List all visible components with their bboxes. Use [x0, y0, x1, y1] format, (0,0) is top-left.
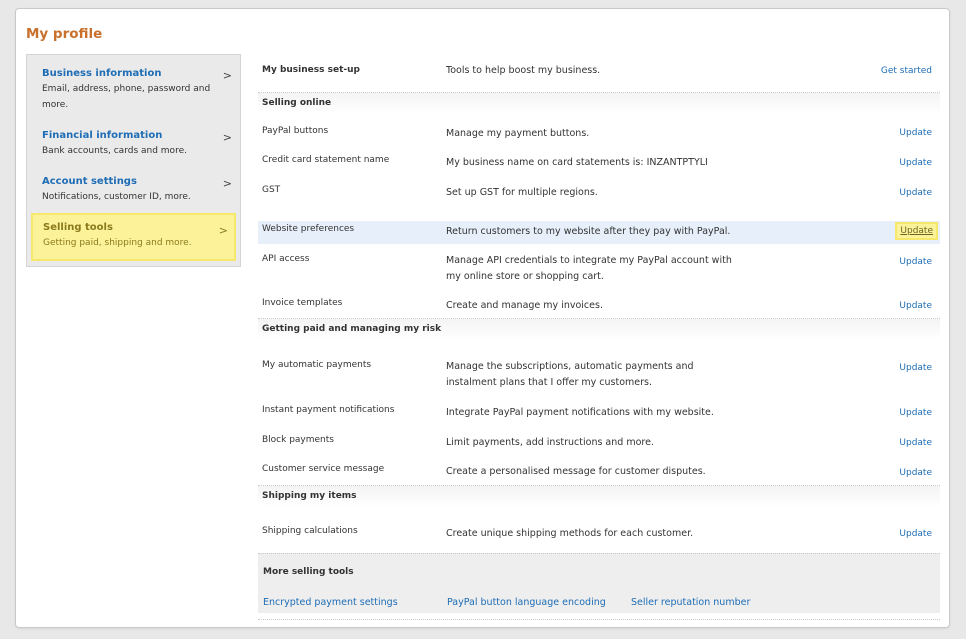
seller-reputation-number-link[interactable]: Seller reputation number	[631, 597, 750, 608]
sidebar-item-desc: Email, address, phone, password and more…	[42, 84, 211, 110]
chevron-right-icon: >	[218, 224, 228, 237]
chevron-right-icon: >	[222, 69, 232, 82]
row-name: My business set-up	[262, 65, 360, 75]
update-link[interactable]: Update	[899, 468, 932, 478]
row-name: Shipping calculations	[262, 526, 358, 536]
row-desc: My business name on card statements is: …	[446, 157, 708, 168]
update-link[interactable]: Update	[899, 128, 932, 138]
row-name: Website preferences	[262, 224, 355, 234]
section-header-selling-online: Selling online	[258, 92, 940, 114]
more-selling-tools: More selling tools Encrypted payment set…	[258, 553, 940, 613]
row-desc: Create unique shipping methods for each …	[446, 528, 694, 539]
section-title: Shipping my items	[262, 491, 357, 501]
encrypted-payment-settings-link[interactable]: Encrypted payment settings	[263, 597, 398, 608]
row-desc: Tools to help boost my business.	[446, 65, 601, 76]
row-name: Customer service message	[262, 464, 385, 474]
row-desc: Create and manage my invoices.	[446, 300, 603, 311]
paypal-button-language-encoding-link[interactable]: PayPal button language encoding	[447, 597, 606, 608]
sidebar-item-title[interactable]: Business information	[42, 68, 232, 79]
update-link[interactable]: Update	[899, 363, 932, 373]
sidebar-item-title[interactable]: Account settings	[42, 176, 232, 187]
row-desc: Manage the subscriptions, automatic paym…	[446, 361, 694, 388]
sidebar-item-account-settings[interactable]: Account settings Notifications, customer…	[42, 176, 232, 205]
row-instant-payment-notifications: Instant payment notifications Integrate …	[258, 404, 940, 428]
update-link[interactable]: Update	[899, 188, 932, 198]
row-desc: Manage API credentials to integrate my P…	[446, 255, 732, 282]
section-title: Getting paid and managing my risk	[262, 324, 442, 334]
row-name: API access	[262, 254, 310, 264]
sidebar-item-financial-information[interactable]: Financial information Bank accounts, car…	[42, 130, 232, 159]
section-title: More selling tools	[263, 567, 354, 577]
update-link[interactable]: Update	[899, 529, 932, 539]
row-shipping-calculations: Shipping calculations Create unique ship…	[258, 525, 940, 549]
sidebar-item-desc: Getting paid, shipping and more.	[43, 238, 192, 248]
row-name: Block payments	[262, 435, 334, 445]
row-name: PayPal buttons	[262, 126, 329, 136]
row-credit-card-statement-name: Credit card statement name My business n…	[258, 154, 940, 178]
row-desc: Return customers to my website after the…	[446, 226, 731, 237]
row-gst: GST Set up GST for multiple regions. Upd…	[258, 184, 940, 208]
row-my-automatic-payments: My automatic payments Manage the subscri…	[258, 359, 940, 395]
row-block-payments: Block payments Limit payments, add instr…	[258, 434, 940, 458]
page-title: My profile	[26, 26, 103, 42]
sidebar-item-selling-tools[interactable]: Selling tools Getting paid, shipping and…	[31, 213, 236, 261]
row-name: Credit card statement name	[262, 155, 390, 165]
row-desc: Integrate PayPal payment notifications w…	[446, 407, 714, 418]
sidebar-item-title[interactable]: Financial information	[42, 130, 232, 141]
update-link[interactable]: Update	[899, 158, 932, 168]
sidebar-item-desc: Bank accounts, cards and more.	[42, 146, 187, 156]
business-setup-row: My business set-up Tools to help boost m…	[258, 65, 940, 85]
sidebar-item-desc: Notifications, customer ID, more.	[42, 192, 191, 202]
row-name: GST	[262, 185, 281, 195]
sidebar: Business information Email, address, pho…	[26, 54, 241, 267]
row-customer-service-message: Customer service message Create a person…	[258, 463, 940, 487]
update-link[interactable]: Update	[899, 408, 932, 418]
profile-panel: My profile Business information Email, a…	[15, 8, 950, 628]
chevron-right-icon: >	[222, 177, 232, 190]
row-website-preferences: Website preferences Return customers to …	[258, 221, 940, 244]
sidebar-item-title[interactable]: Selling tools	[43, 222, 225, 233]
divider	[258, 619, 940, 620]
section-header-getting-paid: Getting paid and managing my risk	[258, 318, 940, 340]
row-name: My automatic payments	[262, 360, 372, 370]
row-desc: Limit payments, add instructions and mor…	[446, 437, 654, 448]
row-name: Invoice templates	[262, 298, 343, 308]
sidebar-item-business-information[interactable]: Business information Email, address, pho…	[42, 68, 232, 113]
update-link[interactable]: Update	[899, 257, 932, 267]
row-paypal-buttons: PayPal buttons Manage my payment buttons…	[258, 125, 940, 149]
get-started-link[interactable]: Get started	[881, 66, 932, 76]
section-title: Selling online	[262, 98, 332, 108]
row-desc: Set up GST for multiple regions.	[446, 187, 598, 198]
section-header-shipping: Shipping my items	[258, 485, 940, 507]
update-link[interactable]: Update	[899, 301, 932, 311]
update-link[interactable]: Update	[895, 222, 938, 240]
row-desc: Create a personalised message for custom…	[446, 466, 706, 477]
row-name: Instant payment notifications	[262, 405, 395, 415]
update-link[interactable]: Update	[899, 438, 932, 448]
row-api-access: API access Manage API credentials to int…	[258, 253, 940, 289]
chevron-right-icon: >	[222, 131, 232, 144]
row-desc: Manage my payment buttons.	[446, 128, 590, 139]
